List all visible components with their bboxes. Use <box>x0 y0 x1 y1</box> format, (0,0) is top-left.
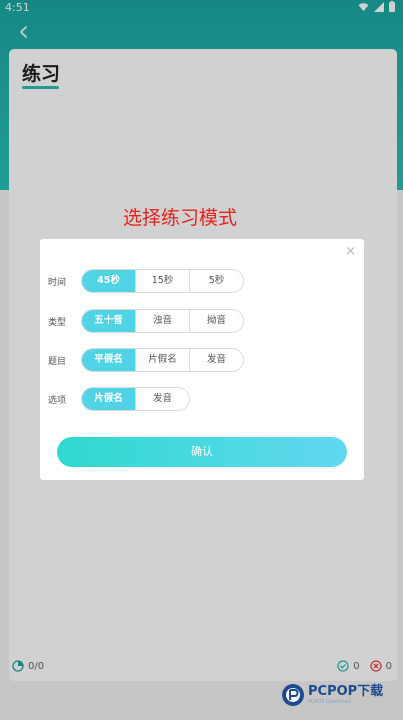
question-option-katakana[interactable]: 片假名 <box>135 349 189 371</box>
question-selector: 平假名 片假名 发音 <box>81 348 244 372</box>
time-option-5[interactable]: 5秒 <box>189 270 243 292</box>
type-option-youon[interactable]: 拗音 <box>189 310 243 332</box>
choices-option-pronunciation[interactable]: 发音 <box>135 388 189 410</box>
time-option-45[interactable]: 45秒 <box>82 270 135 292</box>
choices-option-katakana[interactable]: 片假名 <box>82 388 135 410</box>
watermark-main: PCPOP下载 <box>308 684 384 699</box>
choices-selector: 片假名 发音 <box>81 387 190 411</box>
row-label-choices: 选项 <box>48 395 67 406</box>
row-type: 类型 五十音 浊音 拗音 <box>48 309 244 333</box>
close-icon[interactable]: × <box>345 245 356 258</box>
row-label-time: 时间 <box>48 277 67 288</box>
question-option-pronunciation[interactable]: 发音 <box>189 349 243 371</box>
row-question: 题目 平假名 片假名 发音 <box>48 348 244 372</box>
row-label-question: 题目 <box>48 356 67 367</box>
confirm-button[interactable]: 确认 <box>57 437 347 467</box>
time-selector: 45秒 15秒 5秒 <box>81 269 244 293</box>
row-label-type: 类型 <box>48 317 67 328</box>
question-option-hiragana[interactable]: 平假名 <box>82 349 135 371</box>
watermark: PCPOP下载 PCPOP Download <box>281 683 383 707</box>
type-option-dakuon[interactable]: 浊音 <box>135 310 189 332</box>
promo-caption: 选择练习模式 <box>122 207 237 229</box>
row-time: 时间 45秒 15秒 5秒 <box>48 269 244 293</box>
mode-select-dialog: × 时间 45秒 15秒 5秒 类型 五十音 浊音 拗音 题目 平假名 片假名 … <box>40 239 364 480</box>
time-option-15[interactable]: 15秒 <box>135 270 189 292</box>
watermark-sub: PCPOP Download <box>308 699 351 705</box>
type-option-gojuon[interactable]: 五十音 <box>82 310 135 332</box>
row-choices: 选项 片假名 发音 <box>48 387 190 411</box>
pcpop-logo-icon <box>282 684 304 706</box>
type-selector: 五十音 浊音 拗音 <box>81 309 244 333</box>
